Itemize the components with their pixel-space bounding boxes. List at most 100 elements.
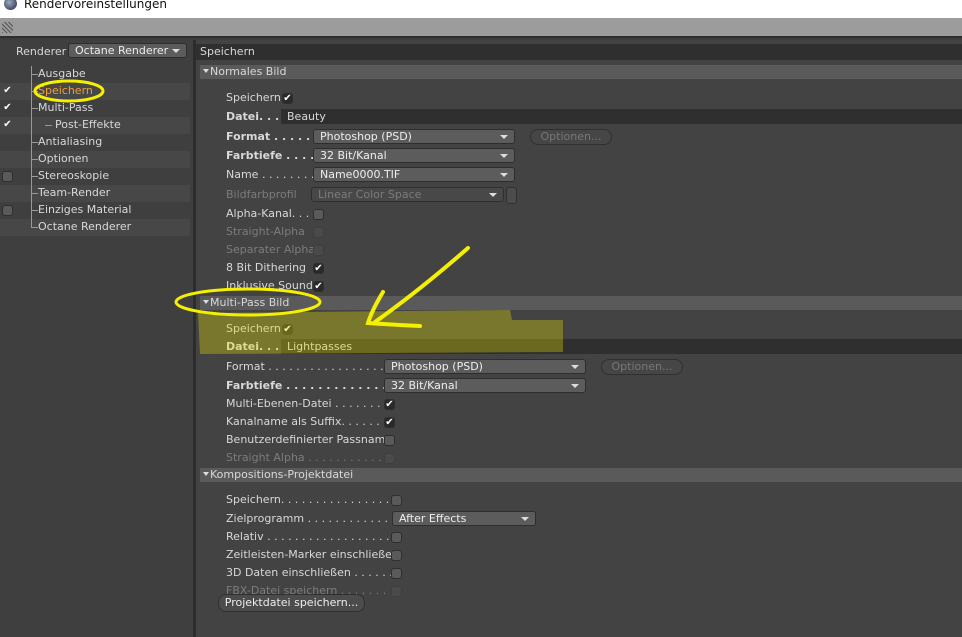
checkbox[interactable]: ✔ [282, 93, 293, 104]
field-label: Datei. . . . [226, 340, 288, 353]
sidebar: Renderer Octane Renderer Ausgabe ✔ Speiche… [0, 40, 193, 637]
field-label: Benutzerdefinierter Passname [226, 433, 393, 446]
sidebar-item-octane-renderer[interactable]: Octane Renderer [0, 219, 190, 236]
sidebar-item-multi-pass[interactable]: ✔ Multi-Pass [0, 100, 190, 117]
renderer-dropdown[interactable]: Octane Renderer [68, 43, 187, 58]
sidebar-item-label: Ausgabe [38, 67, 86, 80]
field-label: 3D Daten einschließen . . . . . . . [226, 566, 400, 579]
field-label: Format . . . . . . . . . . . . . . . . .… [226, 360, 391, 373]
tree-line [31, 74, 38, 75]
sidebar-item-optionen[interactable]: Optionen [0, 151, 190, 168]
checkbox[interactable]: ✔ [282, 324, 293, 335]
checkbox[interactable] [313, 245, 324, 256]
dropdown[interactable]: Photoshop (PSD) [384, 359, 586, 374]
text-input[interactable]: Beauty [281, 109, 962, 124]
dropdown[interactable]: 32 Bit/Kanal [384, 378, 586, 393]
grip-icon [2, 22, 13, 33]
field-label: Multi-Ebenen-Datei . . . . . . . . [226, 397, 388, 410]
field-label: Zeitleisten-Marker einschließen [226, 548, 399, 561]
title-bar: Rendervoreinstellungen [0, 0, 962, 18]
sidebar-item-label: Team-Render [38, 186, 111, 199]
checkbox[interactable]: ✔ [313, 263, 324, 274]
checkbox[interactable] [384, 453, 395, 464]
field-label: Straight-Alpha [226, 225, 305, 238]
options-button[interactable]: Optionen... [530, 129, 612, 145]
field-label: Relativ . . . . . . . . . . . . . . . . … [226, 530, 390, 543]
color-profile-button[interactable] [506, 187, 517, 204]
checkbox[interactable]: ✔ [384, 417, 395, 428]
sidebar-item-label: Einziges Material [38, 203, 132, 216]
enable-checkbox[interactable] [2, 205, 13, 216]
dropdown[interactable]: After Effects [392, 511, 536, 526]
tree-line [31, 91, 38, 92]
sidebar-item-label: Octane Renderer [38, 220, 132, 233]
field-label: Zielprogramm . . . . . . . . . . . . . [226, 512, 395, 525]
section-header-0[interactable]: Normales Bild [200, 65, 962, 79]
tree-line [31, 159, 38, 160]
sidebar-item-label: Optionen [38, 152, 89, 165]
checkbox[interactable] [391, 550, 402, 561]
sidebar-item-label: Post-Effekte [55, 118, 121, 131]
checkbox[interactable] [391, 532, 402, 543]
sidebar-item-label: Multi-Pass [38, 101, 94, 114]
dropdown[interactable]: Name0000.TIF [313, 167, 515, 182]
field-label: Name . . . . . . . . [226, 168, 315, 181]
sidebar-item-speichern[interactable]: ✔ Speichern [0, 83, 190, 100]
tree-line [45, 125, 52, 126]
checkbox[interactable]: ✔ [384, 399, 395, 410]
sidebar-item-ausgabe[interactable]: Ausgabe [0, 66, 190, 83]
sidebar-item-label: Antialiasing [38, 135, 103, 148]
tree-line [31, 142, 38, 143]
enable-checkbox[interactable]: ✔ [2, 103, 13, 114]
field-label: Kanalname als Suffix. . . . . . . . [226, 415, 394, 428]
field-label: Straight Alpha . . . . . . . . . . . . [226, 451, 389, 464]
text-input[interactable]: Lightpasses [281, 339, 962, 354]
options-button[interactable]: Optionen... [601, 359, 683, 375]
dropdown[interactable]: 32 Bit/Kanal [313, 148, 515, 163]
sidebar-item-team-render[interactable]: Team-Render [0, 185, 190, 202]
enable-checkbox[interactable] [2, 171, 13, 182]
panel-title: Speichern [196, 44, 962, 60]
tree-line [31, 210, 38, 211]
save-project-file-button[interactable]: Projektdatei speichern... [218, 594, 365, 612]
renderer-label: Renderer [16, 45, 67, 58]
checkbox[interactable] [391, 568, 402, 579]
tree-line [31, 108, 38, 109]
checkbox[interactable] [313, 227, 324, 238]
checkbox[interactable] [391, 586, 402, 597]
settings-tree: Ausgabe ✔ Speichern ✔ Multi-Pass ✔ Post-Effekt… [0, 66, 190, 266]
tree-line [31, 66, 32, 228]
enable-checkbox[interactable]: ✔ [2, 86, 13, 97]
color-profile-field[interactable]: Linear Color Space [311, 187, 504, 202]
field-label: Datei. . . . [226, 110, 288, 123]
sidebar-item-label: Speichern [38, 84, 93, 97]
field-label: Bildfarbprofil [226, 188, 297, 201]
tree-line [31, 176, 38, 177]
field-label: Speichern. . . . . . . . . . . . . . . .… [226, 493, 397, 506]
field-label: Farbtiefe . . . . . . . . . . . . . . . [226, 379, 403, 392]
enable-checkbox[interactable]: ✔ [2, 120, 13, 131]
window-title: Rendervoreinstellungen [24, 0, 167, 11]
tree-line [31, 193, 38, 194]
dropdown[interactable]: Photoshop (PSD) [313, 129, 515, 144]
field-label: Farbtiefe . . . . . [226, 149, 323, 162]
field-label: 8 Bit Dithering [226, 261, 307, 274]
toolbar-grip[interactable] [0, 18, 962, 38]
checkbox[interactable]: ✔ [313, 281, 324, 292]
field-label: Format . . . . . . . [226, 130, 327, 143]
sidebar-item-label: Stereoskopie [38, 169, 110, 182]
tree-line [31, 227, 38, 228]
field-label: Speichern [226, 91, 281, 104]
sidebar-item-post-effekte[interactable]: ✔ Post-Effekte [0, 117, 190, 134]
field-label: Speichern [226, 322, 281, 335]
section-header-1[interactable]: Multi-Pass Bild [200, 296, 962, 310]
sidebar-item-stereoskopie[interactable]: Stereoskopie [0, 168, 190, 185]
checkbox[interactable] [391, 495, 402, 506]
sidebar-item-antialiasing[interactable]: Antialiasing [0, 134, 190, 151]
field-label: Alpha-Kanal. . . [226, 207, 310, 220]
sidebar-item-einziges-material[interactable]: Einziges Material [0, 202, 190, 219]
checkbox[interactable] [313, 209, 324, 220]
section-header-2[interactable]: Kompositions-Projektdatei [200, 468, 962, 482]
app-logo-icon [4, 0, 17, 10]
checkbox[interactable] [384, 435, 395, 446]
